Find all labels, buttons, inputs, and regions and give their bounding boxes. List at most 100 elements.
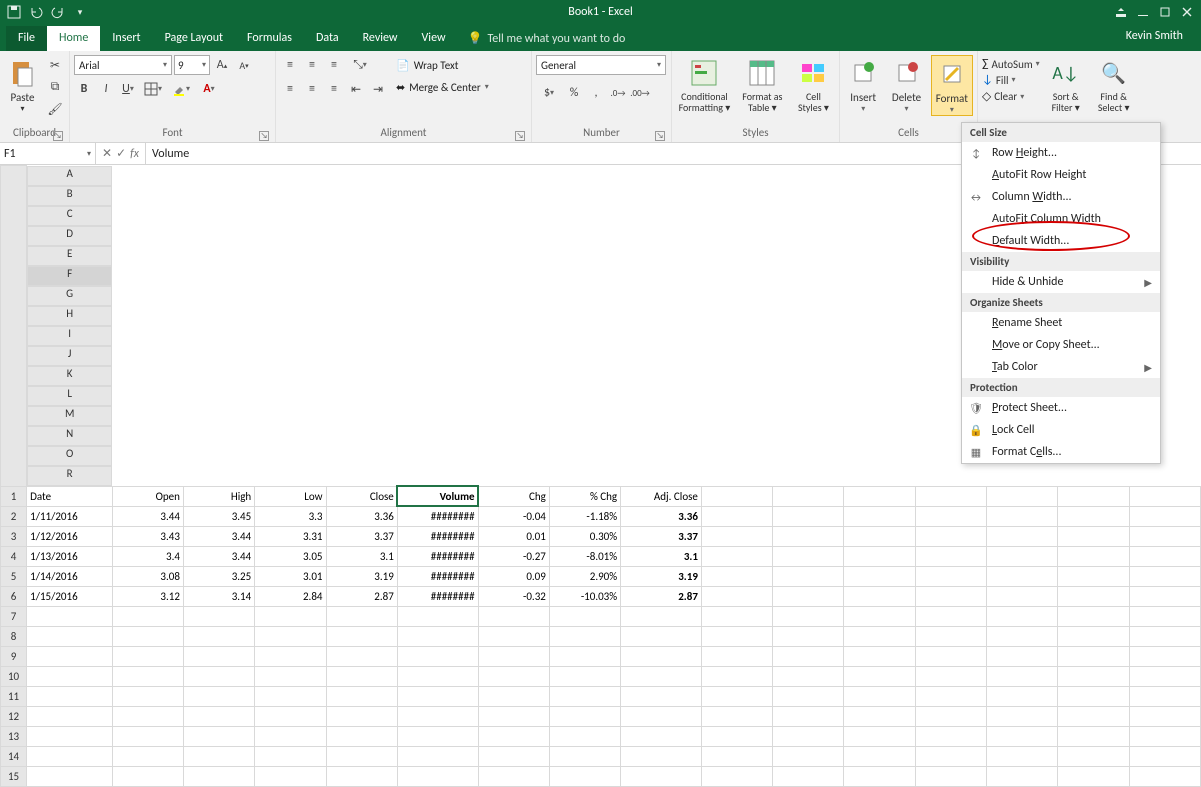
cell-G11[interactable] — [478, 686, 549, 706]
cell-C2[interactable]: 3.45 — [183, 506, 254, 526]
cell-A5[interactable]: 1/14/2016 — [27, 566, 113, 586]
cell-G4[interactable]: -0.27 — [478, 546, 549, 566]
cell-K7[interactable] — [773, 606, 844, 626]
align-top-icon[interactable]: ≡ — [280, 55, 300, 75]
comma-format-icon[interactable]: , — [586, 83, 606, 103]
font-dialog-icon[interactable]: ↘ — [259, 131, 269, 141]
cell-J1[interactable] — [701, 486, 772, 506]
cell-G12[interactable] — [478, 706, 549, 726]
cell-F9[interactable] — [397, 646, 478, 666]
align-middle-icon[interactable]: ≡ — [302, 55, 322, 75]
tab-page-layout[interactable]: Page Layout — [153, 26, 235, 51]
cell-N10[interactable] — [987, 666, 1058, 686]
column-header-C[interactable]: C — [27, 206, 112, 226]
cell-F8[interactable] — [397, 626, 478, 646]
tab-view[interactable]: View — [410, 26, 458, 51]
menu-tab-color[interactable]: Tab Color▶ — [962, 356, 1160, 378]
delete-cells-button[interactable]: Delete▾ — [886, 55, 926, 114]
increase-indent-icon[interactable]: ⇥ — [368, 79, 388, 99]
menu-lock-cell[interactable]: 🔒Lock Cell — [962, 419, 1160, 441]
row-header-3[interactable]: 3 — [1, 526, 27, 546]
accounting-format-icon[interactable]: $▾ — [536, 83, 562, 103]
column-header-G[interactable]: G — [27, 286, 112, 306]
cell-N3[interactable] — [987, 526, 1058, 546]
cell-I8[interactable] — [621, 626, 702, 646]
cell-N2[interactable] — [987, 506, 1058, 526]
orientation-icon[interactable]: ⤡▾ — [346, 55, 374, 75]
cell-G5[interactable]: 0.09 — [478, 566, 549, 586]
cell-G7[interactable] — [478, 606, 549, 626]
menu-protect-sheet[interactable]: 🛡Protect Sheet... — [962, 397, 1160, 419]
cell-B6[interactable]: 3.12 — [112, 586, 183, 606]
cell-F14[interactable] — [397, 746, 478, 766]
align-center-icon[interactable]: ≡ — [302, 79, 322, 99]
cell-I10[interactable] — [621, 666, 702, 686]
cell-K4[interactable] — [773, 546, 844, 566]
cell-N1[interactable] — [987, 486, 1058, 506]
tell-me[interactable]: 💡 Tell me what you want to do — [458, 26, 636, 51]
row-header-10[interactable]: 10 — [1, 666, 27, 686]
menu-column-width[interactable]: ↔Column Width... — [962, 186, 1160, 208]
cell-L6[interactable] — [844, 586, 915, 606]
cell-A9[interactable] — [27, 646, 113, 666]
cell-O5[interactable] — [1058, 566, 1129, 586]
cell-D4[interactable]: 3.05 — [255, 546, 326, 566]
cell-N14[interactable] — [987, 746, 1058, 766]
close-icon[interactable] — [1179, 4, 1195, 20]
cell-C14[interactable] — [183, 746, 254, 766]
tab-insert[interactable]: Insert — [100, 26, 152, 51]
conditional-formatting-button[interactable]: Conditional Formatting ▾ — [676, 55, 733, 113]
number-format-select[interactable]: General▾ — [536, 55, 666, 75]
cell-R12[interactable] — [1129, 706, 1200, 726]
decrease-decimal-icon[interactable]: .00→ — [630, 83, 650, 103]
menu-move-copy-sheet[interactable]: Move or Copy Sheet... — [962, 334, 1160, 356]
cell-K8[interactable] — [773, 626, 844, 646]
cell-M9[interactable] — [915, 646, 986, 666]
cell-C5[interactable]: 3.25 — [183, 566, 254, 586]
cell-R7[interactable] — [1129, 606, 1200, 626]
row-header-12[interactable]: 12 — [1, 706, 27, 726]
cell-D9[interactable] — [255, 646, 326, 666]
clear-button[interactable]: ◇Clear▾ — [982, 89, 1040, 104]
format-painter-icon[interactable]: 🖌 — [45, 99, 65, 119]
cell-N13[interactable] — [987, 726, 1058, 746]
column-header-K[interactable]: K — [27, 366, 112, 386]
cell-O7[interactable] — [1058, 606, 1129, 626]
cell-D11[interactable] — [255, 686, 326, 706]
cell-C10[interactable] — [183, 666, 254, 686]
cell-C4[interactable]: 3.44 — [183, 546, 254, 566]
cell-K15[interactable] — [773, 766, 844, 786]
cell-M1[interactable] — [915, 486, 986, 506]
cell-H15[interactable] — [549, 766, 620, 786]
cell-R13[interactable] — [1129, 726, 1200, 746]
select-all-corner[interactable] — [1, 166, 27, 487]
cell-I3[interactable]: 3.37 — [621, 526, 702, 546]
cell-O11[interactable] — [1058, 686, 1129, 706]
cell-D1[interactable]: Low — [255, 486, 326, 506]
row-header-2[interactable]: 2 — [1, 506, 27, 526]
cell-L9[interactable] — [844, 646, 915, 666]
cell-A7[interactable] — [27, 606, 113, 626]
cell-K6[interactable] — [773, 586, 844, 606]
cell-M3[interactable] — [915, 526, 986, 546]
cell-L4[interactable] — [844, 546, 915, 566]
align-bottom-icon[interactable]: ≡ — [324, 55, 344, 75]
cell-J5[interactable] — [701, 566, 772, 586]
autosum-button[interactable]: ∑AutoSum▾ — [982, 57, 1040, 71]
cell-J15[interactable] — [701, 766, 772, 786]
alignment-dialog-icon[interactable]: ↘ — [515, 131, 525, 141]
cell-G13[interactable] — [478, 726, 549, 746]
menu-autofit-column-width[interactable]: AutoFit Column Width — [962, 208, 1160, 230]
fx-icon[interactable]: fx — [130, 147, 139, 161]
cell-E4[interactable]: 3.1 — [326, 546, 397, 566]
cell-B11[interactable] — [112, 686, 183, 706]
column-header-O[interactable]: O — [27, 446, 112, 466]
cell-I1[interactable]: Adj. Close — [621, 486, 702, 506]
menu-format-cells[interactable]: ▦Format Cells... — [962, 441, 1160, 463]
enter-formula-icon[interactable]: ✓ — [116, 146, 126, 161]
cell-K5[interactable] — [773, 566, 844, 586]
cell-N8[interactable] — [987, 626, 1058, 646]
menu-default-width[interactable]: Default Width... — [962, 230, 1160, 252]
cell-N5[interactable] — [987, 566, 1058, 586]
font-name-input[interactable]: Arial▾ — [74, 55, 172, 75]
